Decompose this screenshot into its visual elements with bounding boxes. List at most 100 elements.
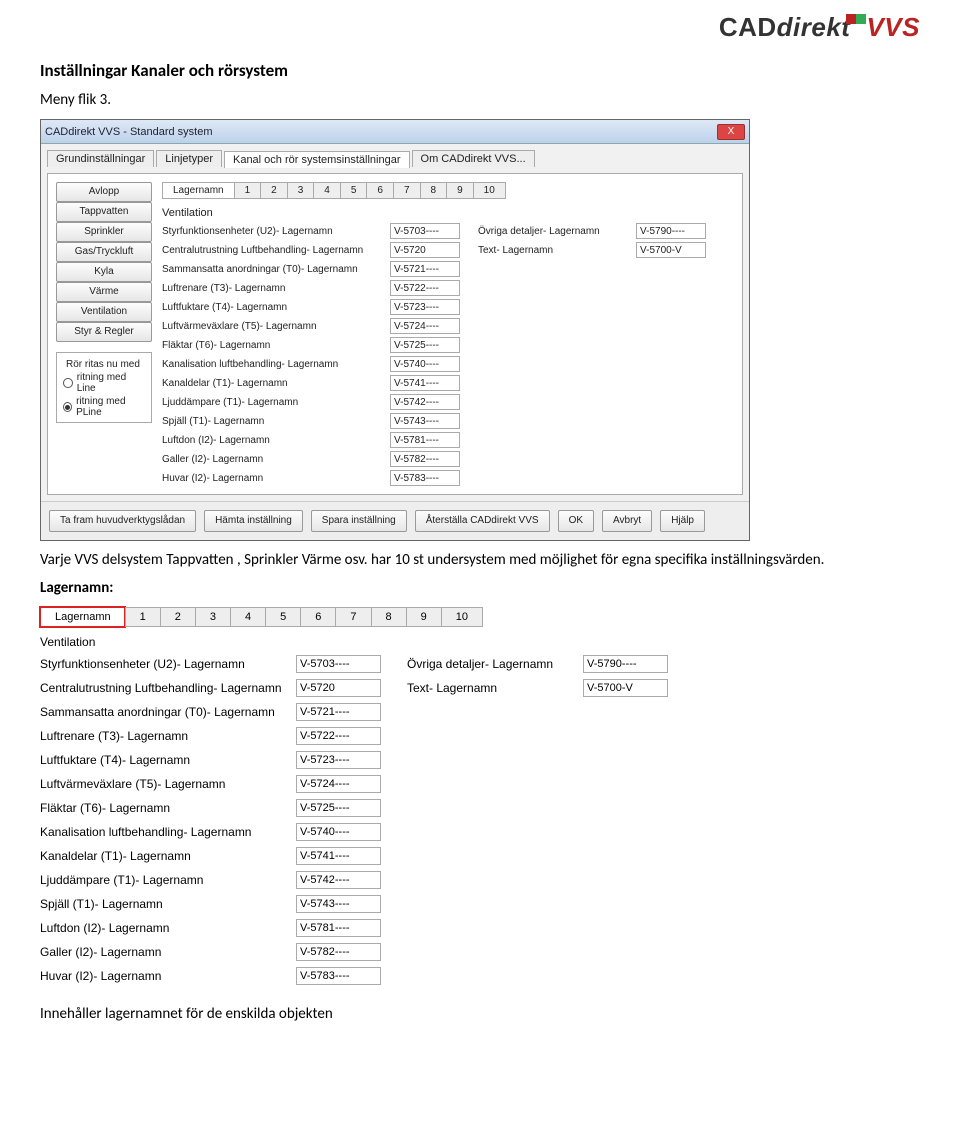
side-button[interactable]: Styr & Regler (56, 322, 152, 342)
close-icon[interactable]: X (717, 124, 745, 140)
radio-icon (63, 402, 72, 412)
field-value[interactable]: V-5790---- (636, 223, 706, 239)
field-value[interactable]: V-5741---- (296, 847, 381, 865)
field-value[interactable]: V-5724---- (296, 775, 381, 793)
field-label: Centralutrustning Luftbehandling- Lagern… (40, 681, 270, 695)
sub-tab[interactable]: Lagernamn (162, 182, 234, 199)
sub-tab[interactable]: 9 (406, 607, 441, 627)
logo-direkt: direkt (777, 12, 851, 42)
logo-dot-green (856, 14, 866, 24)
sub-tab[interactable]: 4 (313, 182, 340, 199)
field-value[interactable]: V-5703---- (390, 223, 460, 239)
brand-logo: CADdirektVVS (719, 12, 920, 43)
field-label: Luftrenare (T3)- Lagernamn (162, 283, 372, 294)
sub-tab[interactable]: 8 (371, 607, 406, 627)
sub-tab[interactable]: 3 (195, 607, 230, 627)
radio-option[interactable]: ritning med Line (63, 372, 145, 394)
field-value[interactable]: V-5723---- (390, 299, 460, 315)
sub-tab[interactable]: 3 (287, 182, 314, 199)
field-value[interactable]: V-5783---- (296, 967, 381, 985)
sub-tab[interactable]: 5 (265, 607, 300, 627)
side-button[interactable]: Kyla (56, 262, 152, 282)
field-value[interactable]: V-5782---- (296, 943, 381, 961)
field-label: Övriga detaljer- Lagernamn (478, 226, 618, 237)
field-value[interactable]: V-5725---- (296, 799, 381, 817)
field-value[interactable]: V-5724---- (390, 318, 460, 334)
field-value[interactable]: V-5703---- (296, 655, 381, 673)
sub-tab[interactable]: 2 (160, 607, 195, 627)
dialog-button[interactable]: Hjälp (660, 510, 705, 532)
field-value[interactable]: V-5723---- (296, 751, 381, 769)
sub-tab[interactable]: 1 (125, 607, 160, 627)
field-value[interactable]: V-5720 (390, 242, 460, 258)
sub-tab[interactable]: 9 (446, 182, 473, 199)
field-value[interactable]: V-5721---- (296, 703, 381, 721)
sub-tab[interactable]: 10 (441, 607, 483, 627)
field-label: Luftrenare (T3)- Lagernamn (40, 729, 270, 743)
sub-tab[interactable]: 4 (230, 607, 265, 627)
sub-tab[interactable]: 1 (234, 182, 261, 199)
radio-option[interactable]: ritning med PLine (63, 396, 145, 418)
field-value[interactable]: V-5781---- (390, 432, 460, 448)
field-value[interactable]: V-5740---- (296, 823, 381, 841)
dialog-button[interactable]: Avbryt (602, 510, 652, 532)
side-button[interactable]: Tappvatten (56, 202, 152, 222)
side-button[interactable]: Sprinkler (56, 222, 152, 242)
dialog-button[interactable]: Ta fram huvudverktygslådan (49, 510, 196, 532)
outer-tab[interactable]: Grundinställningar (47, 150, 154, 167)
field-label: Sammansatta anordningar (T0)- Lagernamn (162, 264, 372, 275)
field-label: Spjäll (T1)- Lagernamn (162, 416, 372, 427)
field-label: Fläktar (T6)- Lagernamn (40, 801, 270, 815)
sub-tab[interactable]: 6 (300, 607, 335, 627)
field-value[interactable]: V-5740---- (390, 356, 460, 372)
field-value[interactable]: V-5700-V (583, 679, 668, 697)
field-value[interactable]: V-5700-V (636, 242, 706, 258)
field-value[interactable]: V-5722---- (390, 280, 460, 296)
field-value[interactable]: V-5742---- (296, 871, 381, 889)
sub-tab[interactable]: 8 (420, 182, 447, 199)
field-label: Sammansatta anordningar (T0)- Lagernamn (40, 705, 270, 719)
sub-tab[interactable]: 6 (366, 182, 393, 199)
side-button[interactable]: Avlopp (56, 182, 152, 202)
field-label: Kanalisation luftbehandling- Lagernamn (162, 359, 372, 370)
side-button[interactable]: Gas/Tryckluft (56, 242, 152, 262)
sub-tab[interactable]: 2 (260, 182, 287, 199)
draw-mode-group: Rör ritas nu med ritning med Lineritning… (56, 352, 152, 423)
side-button[interactable]: Ventilation (56, 302, 152, 322)
field-value[interactable]: V-5783---- (390, 470, 460, 486)
field-value[interactable]: V-5722---- (296, 727, 381, 745)
field-value[interactable]: V-5721---- (390, 261, 460, 277)
detail-section-label: Ventilation (40, 635, 750, 649)
outer-tab[interactable]: Om CADdirekt VVS... (412, 150, 535, 167)
outer-tab[interactable]: Linjetyper (156, 150, 222, 167)
detail-panel: Lagernamn12345678910 Ventilation Styrfun… (40, 607, 750, 985)
field-label: Centralutrustning Luftbehandling- Lagern… (162, 245, 372, 256)
field-value[interactable]: V-5725---- (390, 337, 460, 353)
outer-tabs: GrundinställningarLinjetyperKanal och rö… (47, 150, 743, 167)
field-value[interactable]: V-5742---- (390, 394, 460, 410)
field-value[interactable]: V-5790---- (583, 655, 668, 673)
group-label: Rör ritas nu med (63, 359, 143, 370)
dialog-button[interactable]: Återställa CADdirekt VVS (415, 510, 550, 532)
dialog-button[interactable]: OK (558, 510, 594, 532)
sub-tab[interactable]: 5 (340, 182, 367, 199)
field-label: Luftdon (I2)- Lagernamn (40, 921, 270, 935)
logo-cad: CAD (719, 12, 777, 42)
outer-tab[interactable]: Kanal och rör systemsinställningar (224, 151, 410, 168)
field-value[interactable]: V-5743---- (390, 413, 460, 429)
field-value[interactable]: V-5720 (296, 679, 381, 697)
field-value[interactable]: V-5741---- (390, 375, 460, 391)
dialog-button[interactable]: Spara inställning (311, 510, 407, 532)
field-value[interactable]: V-5781---- (296, 919, 381, 937)
field-label: Ljuddämpare (T1)- Lagernamn (162, 397, 372, 408)
sub-tab[interactable]: 7 (335, 607, 370, 627)
sub-tab[interactable]: 7 (393, 182, 420, 199)
field-value[interactable]: V-5782---- (390, 451, 460, 467)
sub-tab[interactable]: 10 (473, 182, 506, 199)
field-value[interactable]: V-5743---- (296, 895, 381, 913)
field-label: Luftvärmeväxlare (T5)- Lagernamn (162, 321, 372, 332)
window-title: CADdirekt VVS - Standard system (45, 126, 717, 138)
dialog-button[interactable]: Hämta inställning (204, 510, 303, 532)
side-button[interactable]: Värme (56, 282, 152, 302)
sub-tab[interactable]: Lagernamn (40, 607, 125, 627)
